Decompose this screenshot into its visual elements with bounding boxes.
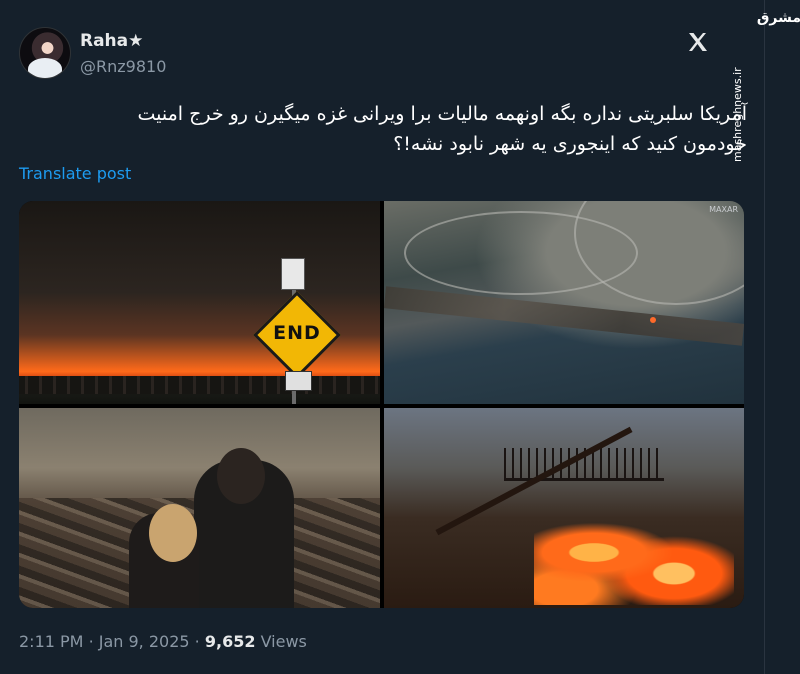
media-image-couple-ruins[interactable]	[19, 408, 380, 608]
road-curve	[404, 211, 638, 295]
handle[interactable]: @Rnz9810	[80, 57, 166, 76]
woman-head	[149, 504, 197, 562]
post-time[interactable]: 2:11 PM	[19, 632, 83, 651]
parking-sign	[281, 258, 305, 290]
flames	[534, 500, 734, 605]
man-head	[217, 448, 265, 504]
meta-separator: ·	[88, 632, 94, 651]
translate-post-link[interactable]: Translate post	[19, 164, 131, 183]
post-text: آمریکا سلبریتی نداره بگه اونهمه مالیات ب…	[18, 99, 747, 159]
watermark-logo: مشرق	[756, 10, 800, 26]
post-text-line-2: خودمون کنید که اینجوری یه شهر نابود نشه!…	[393, 133, 747, 155]
views-label: Views	[260, 632, 307, 651]
media-image-satellite-fire[interactable]: MAXAR	[384, 201, 744, 404]
post-date[interactable]: Jan 9, 2025	[99, 632, 190, 651]
post-text-line-1: آمریکا سلبریتی نداره بگه اونهمه مالیات ب…	[137, 103, 747, 125]
end-sign-label: END	[273, 322, 321, 344]
x-logo-icon[interactable]	[686, 30, 710, 54]
media-image-burning-house[interactable]	[384, 408, 744, 608]
sign-plaque	[285, 371, 312, 391]
tweet-card: Raha★ @Rnz9810 آمریکا سلبریتی نداره بگه …	[0, 0, 764, 674]
views-count: 9,652	[204, 632, 256, 651]
satellite-credit: MAXAR	[709, 205, 738, 214]
city-skyline	[19, 376, 380, 394]
post-meta: 2:11 PM · Jan 9, 2025 · 9,652 Views	[19, 632, 307, 651]
meta-separator: ·	[194, 632, 200, 651]
display-name[interactable]: Raha★	[80, 31, 143, 51]
watermark-strip: مشرق mashreghnews.ir	[731, 0, 800, 674]
watermark-url: mashreghnews.ir	[731, 67, 744, 162]
avatar[interactable]	[19, 27, 71, 79]
fire-spot	[650, 317, 656, 323]
media-image-smoke-sky-end-sign[interactable]: END	[19, 201, 380, 404]
media-grid[interactable]: END MAXAR	[19, 201, 744, 608]
